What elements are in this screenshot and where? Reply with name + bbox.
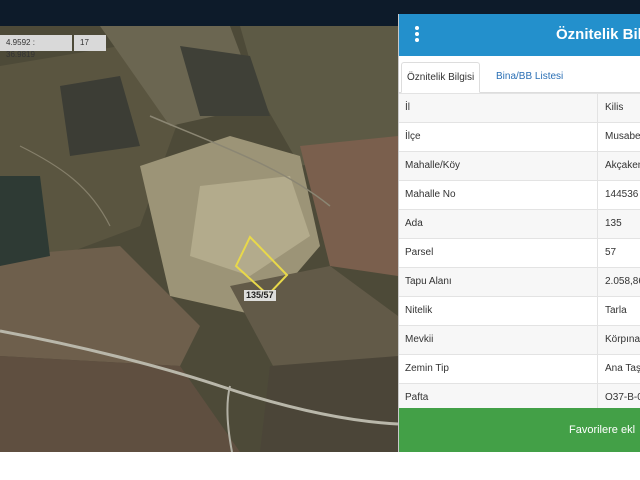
tab-building-list[interactable]: Bina/BB Listesi bbox=[491, 62, 568, 91]
parcel-label[interactable]: 135/57 bbox=[244, 290, 276, 301]
row-value: O37-B-0 bbox=[605, 392, 640, 403]
row-value: Kilis bbox=[605, 102, 624, 113]
row-value: 57 bbox=[605, 247, 617, 258]
favorites-button-label: Favorilere ekl bbox=[569, 424, 636, 436]
attribute-panel: Öznitelik Bilgi Öznitelik Bilgisi Bina/B… bbox=[398, 14, 640, 452]
row-key: Parsel bbox=[405, 247, 434, 258]
row-value: 135 bbox=[605, 218, 622, 229]
row-key: Zemin Tip bbox=[405, 363, 449, 374]
satellite-imagery bbox=[0, 26, 398, 452]
table-row: İl Kilis bbox=[399, 93, 640, 122]
row-value: Akçaken bbox=[605, 160, 640, 171]
table-row: Ada 135 bbox=[399, 209, 640, 238]
add-to-favorites-button[interactable]: Favorilere ekl bbox=[399, 408, 640, 452]
row-value: 2.058,86 bbox=[605, 276, 640, 287]
tab-bar: Öznitelik Bilgisi Bina/BB Listesi bbox=[399, 60, 640, 93]
table-row: Mevkii Körpınar bbox=[399, 325, 640, 354]
table-row: Tapu Alanı 2.058,86 bbox=[399, 267, 640, 296]
row-key: İlçe bbox=[405, 131, 421, 142]
satellite-map[interactable]: 135/57 bbox=[0, 26, 398, 452]
coordinate-readout: 4.9592 : 36.9819 bbox=[0, 35, 72, 59]
row-value: Musabey bbox=[605, 131, 640, 142]
table-row: İlçe Musabey bbox=[399, 122, 640, 151]
panel-header: Öznitelik Bilgi bbox=[399, 14, 640, 56]
row-key: Tapu Alanı bbox=[405, 276, 452, 287]
row-key: Mahalle No bbox=[405, 189, 456, 200]
row-value: 144536 bbox=[605, 189, 639, 200]
kebab-menu-icon[interactable] bbox=[413, 26, 421, 44]
attribute-table: İl Kilis İlçe Musabey Mahalle/Köy Akçaken M… bbox=[399, 93, 640, 412]
row-key: Nitelik bbox=[405, 305, 433, 316]
row-value: Körpınar bbox=[605, 334, 640, 345]
row-key: Pafta bbox=[405, 392, 429, 403]
panel-title: Öznitelik Bilgi bbox=[556, 26, 640, 43]
bottom-area bbox=[0, 452, 640, 480]
table-row: Nitelik Tarla bbox=[399, 296, 640, 325]
row-key: Ada bbox=[405, 218, 423, 229]
table-row: Mahalle No 144536 bbox=[399, 180, 640, 209]
coordinate-bar: 4.9592 : 36.9819 17 bbox=[0, 35, 106, 59]
row-key: Mevkii bbox=[405, 334, 434, 345]
table-row: Mahalle/Köy Akçaken bbox=[399, 151, 640, 180]
row-key: İl bbox=[405, 102, 410, 113]
row-value: Ana Taşı bbox=[605, 363, 640, 374]
row-value: Tarla bbox=[605, 305, 627, 316]
table-row: Parsel 57 bbox=[399, 238, 640, 267]
row-key: Mahalle/Köy bbox=[405, 160, 461, 171]
zoom-level: 17 bbox=[74, 35, 106, 51]
table-row: Zemin Tip Ana Taşı bbox=[399, 354, 640, 383]
tab-attribute-info[interactable]: Öznitelik Bilgisi bbox=[401, 62, 481, 93]
